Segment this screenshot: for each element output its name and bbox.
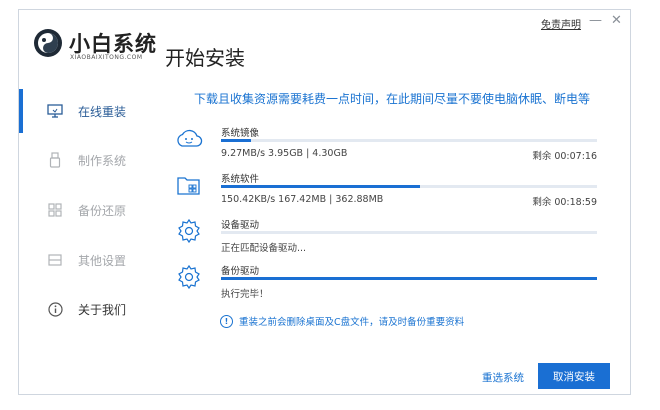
warning-text: 重装之前会删除桌面及C盘文件，请及时备份重要资料 — [239, 317, 465, 328]
sidebar-item-label: 制作系统 — [78, 153, 127, 168]
sidebar-item-online-reinstall[interactable]: 在线重装 — [46, 99, 126, 123]
settings-box-icon — [46, 251, 64, 269]
progress-fill — [221, 139, 252, 142]
progress-track — [221, 185, 597, 188]
sidebar-item-label: 关于我们 — [78, 302, 127, 317]
disclaimer-link[interactable]: 免责声明 — [541, 16, 581, 31]
task-detail: 执行完毕！ — [221, 289, 269, 300]
gear-icon — [178, 264, 200, 290]
progress-track — [221, 139, 597, 142]
task-name: 系统镜像 — [221, 128, 260, 139]
info-icon — [46, 300, 64, 318]
task-detail: 正在匹配设备驱动... — [221, 243, 307, 254]
task-name: 设备驱动 — [221, 220, 260, 231]
info-icon: ! — [220, 314, 233, 328]
folder-apps-icon — [177, 177, 200, 195]
cancel-install-button[interactable]: 取消安装 — [538, 363, 610, 389]
notice-text: 下载且收集资源需要耗费一点时间，在此期间尽量不要使电脑休眠、断电等 — [194, 92, 591, 106]
cloud-download-icon — [177, 129, 203, 147]
sidebar-active-indicator — [19, 89, 23, 133]
task-remaining: 剩余 00:07:16 — [532, 151, 597, 162]
sidebar-item-label: 在线重装 — [78, 104, 127, 119]
minimize-button[interactable]: — — [589, 13, 602, 28]
sidebar-item-label: 备份还原 — [78, 203, 127, 218]
grid-icon — [46, 201, 64, 219]
backup-warning: ! 重装之前会删除桌面及C盘文件，请及时备份重要资料 — [220, 314, 464, 328]
sidebar-item-label: 其他设置 — [78, 253, 127, 268]
task-detail: 150.42KB/s 167.42MB | 362.88MB — [221, 194, 384, 205]
gear-icon — [178, 218, 200, 244]
logo-icon — [34, 29, 62, 57]
installer-window: 小白系统 XIAOBAIXITONG.COM 开始安装 免责声明 — ✕ 在线重… — [18, 9, 631, 395]
progress-track — [221, 231, 597, 234]
task-remaining: 剩余 00:18:59 — [532, 197, 597, 208]
sidebar-item-backup-restore[interactable]: 备份还原 — [46, 198, 126, 222]
task-detail: 9.27MB/s 3.95GB | 4.30GB — [221, 148, 348, 159]
task-name: 系统软件 — [221, 174, 260, 185]
progress-fill — [221, 185, 421, 188]
sidebar-item-about-us[interactable]: 关于我们 — [46, 297, 126, 321]
page-title: 开始安装 — [165, 46, 245, 70]
sidebar-item-other-settings[interactable]: 其他设置 — [46, 248, 126, 272]
progress-fill — [221, 277, 597, 280]
task-name: 备份驱动 — [221, 266, 260, 277]
close-button[interactable]: ✕ — [611, 13, 622, 28]
usb-drive-icon — [46, 151, 64, 169]
monitor-icon — [46, 102, 64, 120]
reselect-system-button[interactable]: 重选系统 — [482, 370, 524, 385]
sidebar-item-make-system[interactable]: 制作系统 — [46, 148, 126, 172]
brand-subtitle: XIAOBAIXITONG.COM — [70, 54, 143, 61]
progress-track — [221, 277, 597, 280]
